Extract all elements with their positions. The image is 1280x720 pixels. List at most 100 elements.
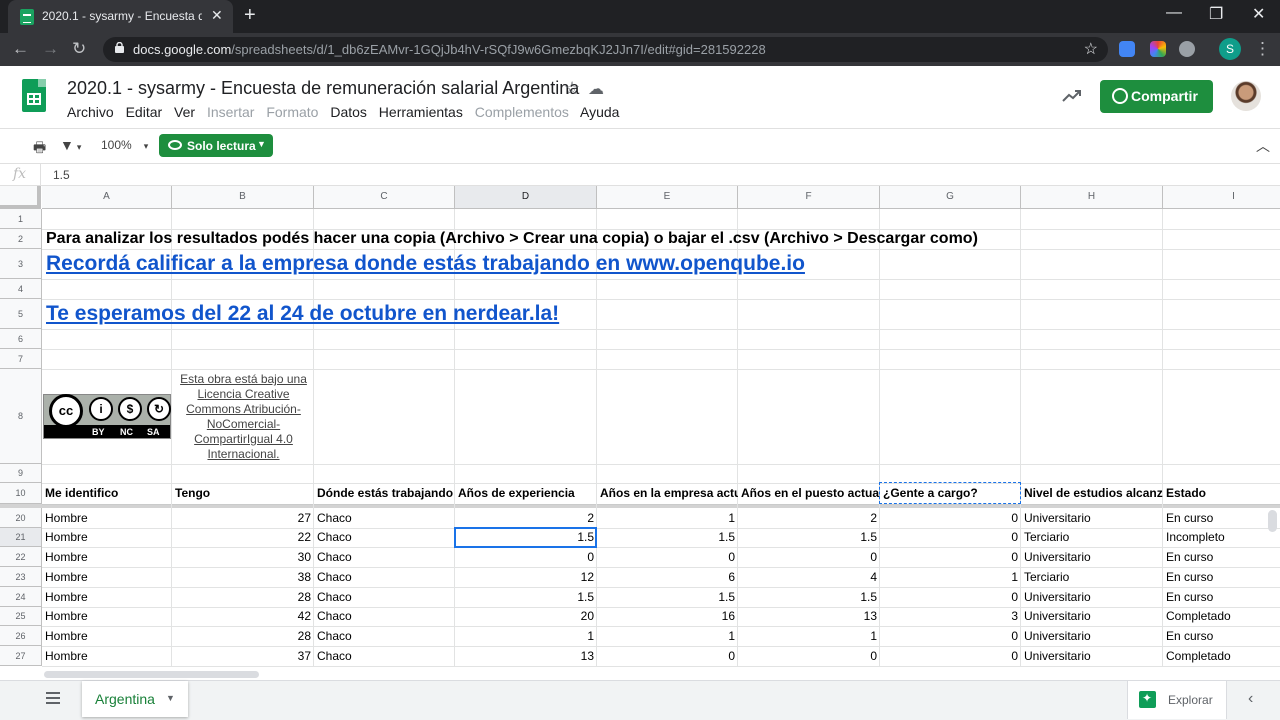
sheet-tab-argentina[interactable]: Argentina ▼ bbox=[82, 681, 188, 717]
vertical-scrollbar[interactable] bbox=[1268, 510, 1277, 532]
data-cell[interactable]: Universitario bbox=[1021, 646, 1163, 666]
account-avatar[interactable] bbox=[1231, 81, 1261, 111]
row-header[interactable]: 23 bbox=[0, 567, 42, 587]
data-cell[interactable]: 12 bbox=[455, 567, 597, 587]
data-cell[interactable]: 16 bbox=[597, 607, 738, 626]
row-header[interactable]: 10 bbox=[0, 483, 42, 504]
row-header[interactable]: 24 bbox=[0, 587, 42, 607]
read-only-mode-button[interactable]: Solo lectura ▼ bbox=[159, 134, 273, 157]
data-cell[interactable]: Incompleto bbox=[1163, 528, 1280, 547]
data-cell[interactable]: 0 bbox=[880, 528, 1021, 547]
data-cell[interactable]: Chaco bbox=[314, 607, 455, 626]
color-extension-icon[interactable] bbox=[1150, 41, 1166, 57]
data-cell[interactable]: 1.5 bbox=[738, 528, 880, 547]
row-header[interactable]: 4 bbox=[0, 279, 42, 299]
data-cell[interactable]: En curso bbox=[1163, 567, 1280, 587]
column-title[interactable]: Dónde estás trabajando bbox=[314, 483, 455, 504]
maximize-icon[interactable]: ❐ bbox=[1209, 4, 1223, 24]
tab-close-icon[interactable]: ✕ bbox=[211, 7, 223, 24]
row-header[interactable]: 25 bbox=[0, 607, 42, 626]
data-cell[interactable]: 0 bbox=[880, 646, 1021, 666]
zoom-select[interactable]: 100% ▾ bbox=[101, 138, 148, 152]
data-cell[interactable]: 3 bbox=[880, 607, 1021, 626]
column-header-g[interactable]: G bbox=[880, 186, 1021, 209]
row-header[interactable]: 2 bbox=[0, 229, 42, 249]
column-title[interactable]: Años de experiencia bbox=[455, 483, 597, 504]
data-cell[interactable]: 1 bbox=[597, 626, 738, 646]
data-cell[interactable]: Universitario bbox=[1021, 508, 1163, 528]
forward-icon[interactable]: → bbox=[42, 39, 59, 59]
row-header[interactable]: 7 bbox=[0, 349, 42, 369]
document-title[interactable]: 2020.1 - sysarmy - Encuesta de remunerac… bbox=[67, 78, 579, 99]
address-bar[interactable]: docs.google.com/spreadsheets/d/1_db6zEAM… bbox=[103, 37, 1108, 62]
bookmark-star-icon[interactable]: ☆ bbox=[1084, 39, 1098, 59]
select-all-corner[interactable] bbox=[0, 186, 41, 209]
data-cell[interactable]: 4 bbox=[738, 567, 880, 587]
openqube-link[interactable]: Recordá calificar a la empresa donde est… bbox=[43, 249, 808, 279]
menu-herramientas[interactable]: Herramientas bbox=[379, 104, 463, 120]
data-cell[interactable]: 1 bbox=[597, 508, 738, 528]
data-cell[interactable]: Hombre bbox=[42, 528, 172, 547]
data-cell[interactable]: Chaco bbox=[314, 528, 455, 547]
data-cell[interactable]: Hombre bbox=[42, 547, 172, 567]
data-cell[interactable]: En curso bbox=[1163, 547, 1280, 567]
column-title[interactable]: Años en la empresa actual bbox=[597, 483, 738, 504]
data-cell[interactable]: 38 bbox=[172, 567, 314, 587]
data-cell[interactable]: 1 bbox=[738, 626, 880, 646]
data-cell[interactable]: En curso bbox=[1163, 587, 1280, 607]
data-cell[interactable]: 13 bbox=[455, 646, 597, 666]
column-header-f[interactable]: F bbox=[738, 186, 880, 209]
data-cell[interactable]: 1.5 bbox=[455, 587, 597, 607]
column-title[interactable]: Tengo bbox=[172, 483, 314, 504]
filter-icon[interactable]: ▼ ▾ bbox=[60, 137, 81, 153]
zoom-extension-icon[interactable] bbox=[1119, 41, 1135, 57]
formula-input[interactable]: 1.5 bbox=[53, 168, 70, 182]
spreadsheet-grid[interactable]: A B C D E F G H I 1 2 3 4 5 6 7 8 9 10 20 Hombre 27 Chaco 2 1 2 0 U… bbox=[0, 186, 1280, 667]
menu-ver[interactable]: Ver bbox=[174, 104, 195, 120]
data-cell[interactable]: 28 bbox=[172, 626, 314, 646]
column-title[interactable]: Me identifico bbox=[42, 483, 172, 504]
column-header-i[interactable]: I bbox=[1163, 186, 1280, 209]
horizontal-scrollbar[interactable] bbox=[44, 671, 259, 678]
data-cell[interactable]: 30 bbox=[172, 547, 314, 567]
data-cell[interactable]: 37 bbox=[172, 646, 314, 666]
data-cell[interactable]: 1.5 bbox=[738, 587, 880, 607]
data-cell[interactable]: Completado bbox=[1163, 607, 1280, 626]
chevron-left-icon[interactable]: ‹ bbox=[1248, 690, 1253, 708]
row-header[interactable]: 6 bbox=[0, 329, 42, 349]
menu-insertar[interactable]: Insertar bbox=[207, 104, 254, 120]
column-header-h[interactable]: H bbox=[1021, 186, 1163, 209]
data-cell[interactable]: 0 bbox=[738, 646, 880, 666]
row-header[interactable]: 8 bbox=[0, 369, 42, 464]
data-cell[interactable]: 2 bbox=[738, 508, 880, 528]
data-cell[interactable]: 0 bbox=[880, 508, 1021, 528]
data-cell[interactable]: Chaco bbox=[314, 626, 455, 646]
menu-formato[interactable]: Formato bbox=[266, 104, 318, 120]
row-header[interactable]: 21 bbox=[0, 528, 42, 547]
explore-button[interactable]: Explorar bbox=[1127, 681, 1227, 719]
row-header[interactable]: 3 bbox=[0, 249, 42, 279]
data-cell[interactable]: 0 bbox=[738, 547, 880, 567]
data-cell[interactable]: Hombre bbox=[42, 567, 172, 587]
creative-commons-badge[interactable]: cc i $ ↻ BY NC SA bbox=[43, 394, 171, 439]
browser-tab[interactable]: 2020.1 - sysarmy - Encuesta de remunerac… bbox=[8, 0, 233, 33]
data-cell[interactable]: Hombre bbox=[42, 587, 172, 607]
row-header[interactable]: 22 bbox=[0, 547, 42, 567]
drive-status-icon[interactable]: ☁ bbox=[588, 79, 604, 99]
row-header[interactable]: 5 bbox=[0, 299, 42, 329]
data-cell[interactable]: 0 bbox=[880, 547, 1021, 567]
row-header[interactable]: 20 bbox=[0, 508, 42, 528]
data-cell[interactable]: 42 bbox=[172, 607, 314, 626]
menu-datos[interactable]: Datos bbox=[330, 104, 367, 120]
data-cell[interactable]: 2 bbox=[455, 508, 597, 528]
data-cell[interactable]: 20 bbox=[455, 607, 597, 626]
data-cell[interactable]: Universitario bbox=[1021, 607, 1163, 626]
data-cell[interactable]: 27 bbox=[172, 508, 314, 528]
window-close-icon[interactable]: ✕ bbox=[1252, 4, 1265, 24]
data-cell[interactable]: 0 bbox=[597, 646, 738, 666]
column-title[interactable]: Nivel de estudios alcanzado bbox=[1021, 483, 1163, 504]
star-icon[interactable]: ☆ bbox=[564, 78, 580, 99]
data-cell[interactable]: 0 bbox=[455, 547, 597, 567]
profile-avatar[interactable]: S bbox=[1219, 38, 1241, 60]
column-title[interactable]: Años en el puesto actual bbox=[738, 483, 880, 504]
